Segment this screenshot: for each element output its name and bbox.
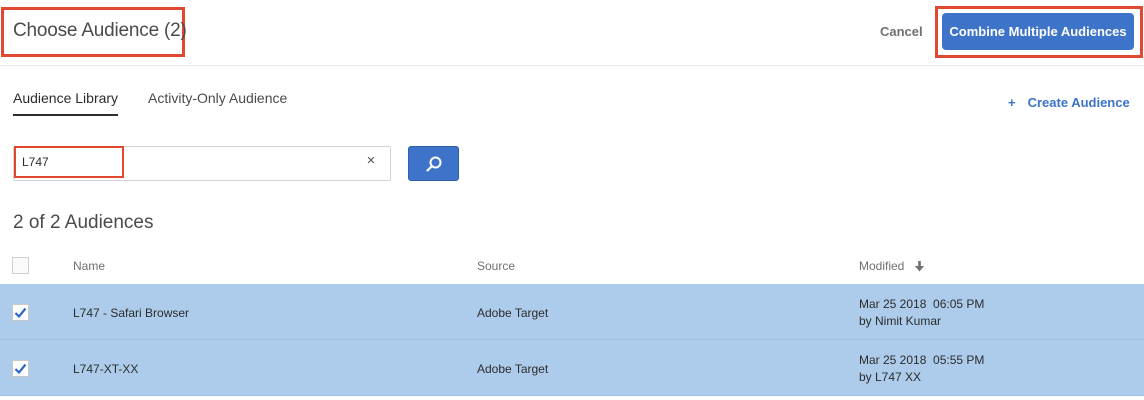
page-title: Choose Audience (2) [13, 20, 187, 41]
audience-source: Adobe Target [477, 306, 549, 320]
column-header-name[interactable]: Name [73, 259, 105, 273]
column-header-source[interactable]: Source [477, 259, 515, 273]
checkmark-icon [14, 363, 27, 375]
row-checkbox[interactable] [12, 304, 29, 321]
result-count: 2 of 2 Audiences [13, 212, 154, 233]
row-divider [0, 395, 1144, 396]
table-row[interactable]: L747 - Safari Browser Adobe Target Mar 2… [0, 284, 1144, 339]
row-checkbox[interactable] [12, 360, 29, 377]
clear-search-icon[interactable]: × [364, 153, 378, 168]
sort-descending-icon [914, 261, 924, 272]
create-audience-link[interactable]: + Create Audience [1008, 95, 1130, 110]
combine-multiple-audiences-button[interactable]: Combine Multiple Audiences [942, 13, 1134, 50]
header-divider [0, 65, 1144, 66]
modified-by: by L747 XX [859, 370, 922, 384]
tab-activity-only-audience[interactable]: Activity-Only Audience [148, 90, 287, 106]
create-audience-label: Create Audience [1027, 95, 1130, 110]
plus-icon: + [1008, 95, 1016, 110]
modified-by: by Nimit Kumar [859, 314, 942, 328]
column-header-modified-label: Modified [859, 259, 905, 273]
column-header-modified[interactable]: Modified [859, 259, 924, 273]
table-row[interactable]: L747-XT-XX Adobe Target Mar 25 2018 05:5… [0, 340, 1144, 395]
search-input[interactable] [22, 152, 352, 172]
modified-date: Mar 25 2018 05:55 PM [859, 353, 985, 367]
tab-audience-library[interactable]: Audience Library [13, 90, 118, 106]
cancel-button[interactable]: Cancel [880, 24, 923, 39]
checkmark-icon [14, 307, 27, 319]
active-tab-indicator [13, 114, 118, 116]
audience-name[interactable]: L747-XT-XX [73, 362, 138, 376]
modified-date: Mar 25 2018 06:05 PM [859, 297, 985, 311]
search-button[interactable] [408, 146, 459, 181]
search-icon [425, 156, 441, 172]
audience-source: Adobe Target [477, 362, 549, 376]
audience-name[interactable]: L747 - Safari Browser [73, 306, 189, 320]
select-all-checkbox[interactable] [12, 257, 29, 274]
